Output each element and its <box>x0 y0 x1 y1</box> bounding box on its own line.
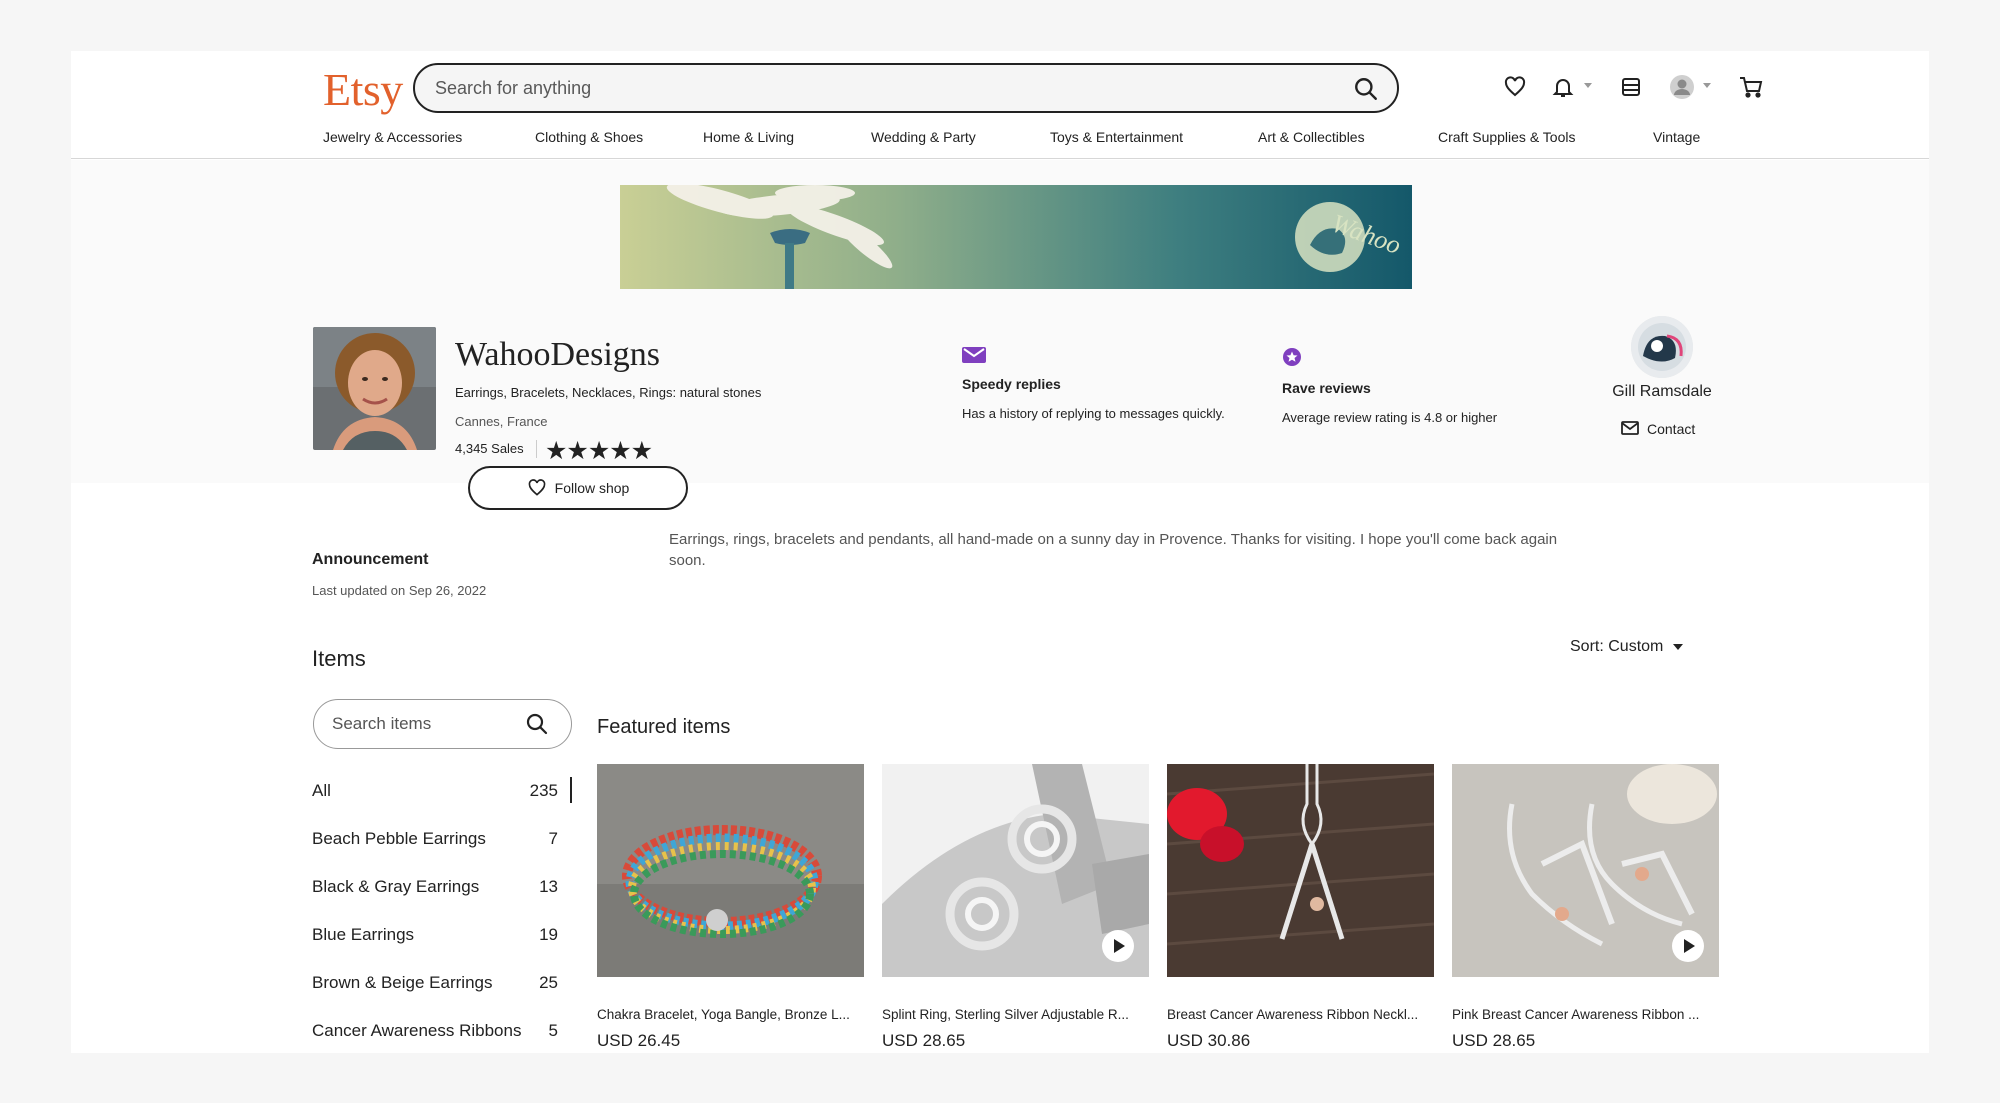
rave-reviews-badge: Rave reviews Average review rating is 4.… <box>1282 347 1497 425</box>
section-count: 235 <box>529 781 558 800</box>
section-item-beach-pebble-earrings[interactable]: Beach Pebble Earrings 7 <box>312 815 572 863</box>
owner-name[interactable]: Gill Ramsdale <box>1571 383 1753 401</box>
items-title: Items <box>312 646 366 671</box>
contact-button[interactable]: Contact <box>1621 421 1695 437</box>
nav-home-living[interactable]: Home & Living <box>703 129 794 145</box>
play-video-icon[interactable] <box>1102 930 1134 962</box>
divider <box>536 440 537 458</box>
items-search-bar <box>313 699 572 749</box>
play-video-icon[interactable] <box>1672 930 1704 962</box>
badge-description: Has a history of replying to messages qu… <box>962 406 1225 421</box>
sort-label: Sort: Custom <box>1570 638 1664 655</box>
listing-card[interactable]: Breast Cancer Awareness Ribbon Neckl... … <box>1167 764 1434 1051</box>
listing-price: USD 28.65 <box>1452 1031 1536 1050</box>
section-item-all[interactable]: All 235 <box>312 767 572 815</box>
listing-image[interactable] <box>1167 764 1434 977</box>
nav-art-collectibles[interactable]: Art & Collectibles <box>1258 129 1365 145</box>
listing-card[interactable]: Splint Ring, Sterling Silver Adjustable … <box>882 764 1149 1051</box>
cart-icon[interactable] <box>1735 71 1767 103</box>
heart-icon <box>528 479 546 496</box>
chevron-down-icon[interactable] <box>1584 83 1592 88</box>
shop-owner-photo <box>313 327 436 450</box>
star-badge-icon <box>1283 348 1301 366</box>
items-search-input[interactable] <box>332 700 522 748</box>
owner-avatar[interactable] <box>1631 316 1693 378</box>
listing-price: USD 26.45 <box>597 1031 681 1050</box>
announcement-text: Earrings, rings, bracelets and pendants,… <box>669 531 1558 569</box>
site-header: Etsy Jewelry & Accessories Clothing & Sh… <box>71 51 1929 159</box>
account-avatar-icon[interactable] <box>1666 71 1698 103</box>
page: Etsy Jewelry & Accessories Clothing & Sh… <box>71 51 1929 1053</box>
section-name: Beach Pebble Earrings <box>312 829 486 848</box>
envelope-icon <box>962 347 986 363</box>
section-name: Black & Gray Earrings <box>312 877 480 896</box>
badge-title: Rave reviews <box>1282 380 1371 396</box>
shop-name: WahooDesigns <box>455 336 661 373</box>
listing-title[interactable]: Splint Ring, Sterling Silver Adjustable … <box>882 1007 1149 1022</box>
site-search-bar <box>413 63 1399 113</box>
section-count: 7 <box>548 829 558 848</box>
section-count: 25 <box>539 973 558 992</box>
listing-title[interactable]: Pink Breast Cancer Awareness Ribbon ... <box>1452 1007 1719 1022</box>
listing-card[interactable]: Chakra Bracelet, Yoga Bangle, Bronze L..… <box>597 764 864 1051</box>
nav-craft-supplies-tools[interactable]: Craft Supplies & Tools <box>1438 129 1575 145</box>
follow-shop-button[interactable]: Follow shop <box>468 466 688 510</box>
speedy-replies-badge: Speedy replies Has a history of replying… <box>962 347 1225 421</box>
section-count: 19 <box>539 925 558 944</box>
badge-title: Speedy replies <box>962 376 1061 392</box>
contact-label: Contact <box>1647 421 1696 437</box>
notifications-bell-icon[interactable] <box>1547 71 1579 103</box>
section-item-black-gray-earrings[interactable]: Black & Gray Earrings 13 <box>312 863 572 911</box>
shop-banner: Wahoo <box>620 185 1412 289</box>
caret-down-icon <box>1673 644 1684 650</box>
badge-description: Average review rating is 4.8 or higher <box>1282 410 1498 425</box>
section-item-cancer-awareness-ribbons[interactable]: Cancer Awareness Ribbons 5 <box>312 1007 572 1053</box>
section-list: All 235 Beach Pebble Earrings 7 Black & … <box>312 767 572 1053</box>
listing-card[interactable]: Pink Breast Cancer Awareness Ribbon ... … <box>1452 764 1719 1051</box>
shop-sales-count[interactable]: 4,345 Sales <box>455 441 524 456</box>
etsy-logo[interactable]: Etsy <box>323 63 403 116</box>
listing-image[interactable] <box>597 764 864 977</box>
favorites-heart-icon[interactable] <box>1499 71 1531 103</box>
listing-image[interactable] <box>882 764 1149 977</box>
nav-vintage[interactable]: Vintage <box>1653 129 1700 145</box>
category-nav: Jewelry & Accessories Clothing & Shoes H… <box>323 129 1700 151</box>
section-name: Blue Earrings <box>312 925 415 944</box>
section-name: Brown & Beige Earrings <box>312 973 493 992</box>
nav-toys-entertainment[interactable]: Toys & Entertainment <box>1050 129 1183 145</box>
listing-price: USD 30.86 <box>1167 1031 1251 1050</box>
listing-image[interactable] <box>1452 764 1719 977</box>
shop-rating-stars[interactable]: ★★★★★ <box>545 436 653 466</box>
shop-location: Cannes, France <box>455 414 548 429</box>
listing-title[interactable]: Chakra Bracelet, Yoga Bangle, Bronze L..… <box>597 1007 864 1022</box>
site-search-input[interactable] <box>435 65 1335 111</box>
envelope-icon <box>1621 421 1639 435</box>
sort-dropdown[interactable]: Sort: Custom <box>1570 638 1684 656</box>
announcement-title: Announcement <box>312 551 429 568</box>
nav-clothing-shoes[interactable]: Clothing & Shoes <box>535 129 643 145</box>
search-icon[interactable] <box>1353 76 1379 102</box>
listing-title[interactable]: Breast Cancer Awareness Ribbon Neckl... <box>1167 1007 1434 1022</box>
search-icon[interactable] <box>525 712 549 736</box>
chevron-down-icon[interactable] <box>1703 83 1711 88</box>
listing-price: USD 28.65 <box>882 1031 966 1050</box>
section-count: 5 <box>548 1021 558 1040</box>
section-name: Cancer Awareness Ribbons <box>312 1021 522 1040</box>
section-item-brown-beige-earrings[interactable]: Brown & Beige Earrings 25 <box>312 959 572 1007</box>
section-name: All <box>312 781 331 800</box>
announcement-updated: Last updated on Sep 26, 2022 <box>312 583 487 598</box>
shop-tagline: Earrings, Bracelets, Necklaces, Rings: n… <box>455 385 762 400</box>
nav-wedding-party[interactable]: Wedding & Party <box>871 129 976 145</box>
section-item-blue-earrings[interactable]: Blue Earrings 19 <box>312 911 572 959</box>
follow-shop-label: Follow shop <box>554 480 630 496</box>
nav-jewelry-accessories[interactable]: Jewelry & Accessories <box>323 129 462 145</box>
shop-manager-icon[interactable] <box>1615 71 1647 103</box>
section-count: 13 <box>539 877 558 896</box>
featured-items-title: Featured items <box>597 716 731 738</box>
